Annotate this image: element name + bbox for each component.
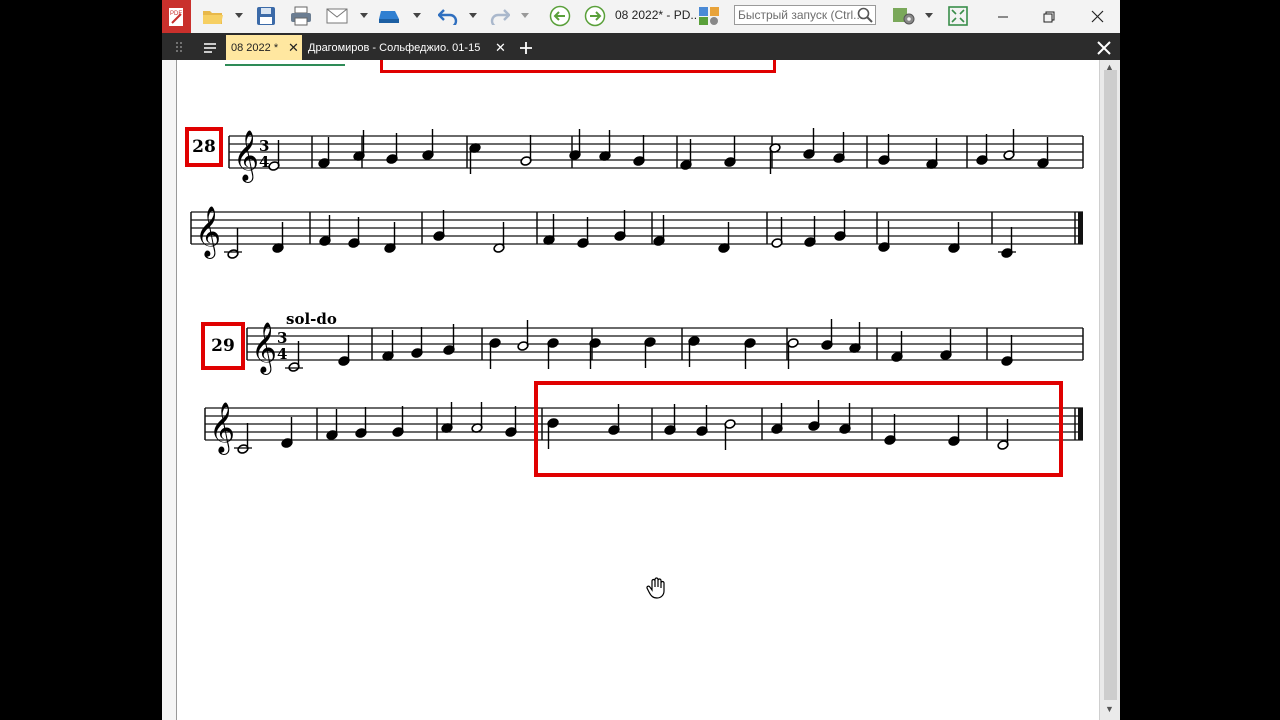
save-icon[interactable] — [254, 5, 278, 27]
tab-label: Драгомиров - Сольфеджио. 01-15 — [308, 41, 481, 54]
hand-cursor-icon — [646, 577, 666, 604]
window-title: 08 2022* - PD.. — [615, 8, 698, 22]
new-tab-button[interactable] — [514, 35, 538, 60]
title-toolbar: PDF 08 2022* - PD.. Быстрый запуск (Ctrl… — [162, 0, 1120, 34]
fullscreen-icon[interactable] — [946, 5, 970, 27]
pdf-editor-window: PDF 08 2022* - PD.. Быстрый запуск (Ctrl… — [162, 0, 1120, 720]
time-signature-denominator: 4 — [277, 345, 287, 363]
app-logo-icon[interactable]: PDF — [162, 0, 191, 33]
redo-icon[interactable] — [488, 5, 512, 27]
treble-clef-icon: 𝄞 — [209, 402, 235, 455]
tab-close-icon[interactable]: ✕ — [288, 35, 299, 60]
tab-label: 08 2022 * — [231, 41, 279, 54]
final-barline-thick — [1078, 212, 1083, 244]
scrollbar-thumb[interactable] — [1104, 70, 1117, 700]
document-viewer[interactable]: 𝄞 3 4 𝄞 𝄞 3 4 𝄞 28 29 sol-do ▲ ▼ — [162, 60, 1120, 720]
exercise-number-29: 29 — [201, 322, 245, 370]
minimize-button[interactable] — [980, 0, 1026, 33]
solfege-label: sol-do — [286, 310, 337, 328]
tab-08-2022[interactable]: 08 2022 * ✕ — [226, 35, 302, 60]
document-properties-icon[interactable] — [697, 5, 721, 27]
scan-icon[interactable] — [376, 5, 402, 27]
open-dropdown-arrow-icon[interactable] — [234, 5, 244, 27]
quick-launch-search-input[interactable]: Быстрый запуск (Ctrl... — [734, 5, 876, 25]
email-icon[interactable] — [324, 5, 350, 27]
settings-gear-icon[interactable] — [890, 5, 918, 27]
back-icon[interactable] — [548, 5, 572, 27]
treble-clef-icon: 𝄞 — [233, 130, 259, 183]
vertical-scrollbar[interactable]: ▲ ▼ — [1099, 60, 1120, 720]
undo-dropdown-arrow-icon[interactable] — [468, 5, 478, 27]
document-tab-bar: 08 2022 * ✕ Драгомиров - Сольфеджио. 01-… — [162, 33, 1120, 60]
tab-dragomirov-solfeggio[interactable]: Драгомиров - Сольфеджио. 01-15 ✕ — [304, 35, 512, 60]
final-barline-thick — [1078, 408, 1083, 440]
print-icon[interactable] — [288, 5, 314, 27]
open-folder-icon[interactable] — [200, 5, 226, 27]
tab-close-icon[interactable]: ✕ — [495, 35, 506, 60]
scroll-down-icon[interactable]: ▼ — [1105, 704, 1114, 714]
close-all-tabs-icon[interactable] — [1092, 35, 1116, 60]
tab-grip-icon[interactable] — [168, 35, 190, 60]
exercise-number-28: 28 — [185, 127, 223, 167]
treble-clef-icon: 𝄞 — [251, 322, 277, 375]
pdf-page[interactable]: 𝄞 3 4 𝄞 𝄞 3 4 𝄞 28 29 sol-do — [176, 60, 1099, 720]
quick-launch-placeholder: Быстрый запуск (Ctrl... — [738, 8, 864, 22]
time-signature-denominator: 4 — [259, 153, 269, 171]
undo-icon[interactable] — [436, 5, 460, 27]
red-highlight-box — [534, 381, 1063, 477]
email-dropdown-arrow-icon[interactable] — [359, 5, 369, 27]
close-window-button[interactable] — [1074, 0, 1120, 33]
scan-dropdown-arrow-icon[interactable] — [412, 5, 422, 27]
search-icon[interactable] — [857, 7, 873, 24]
forward-icon[interactable] — [583, 5, 607, 27]
tab-list-menu-icon[interactable] — [198, 35, 222, 60]
treble-clef-icon: 𝄞 — [195, 206, 221, 259]
settings-dropdown-arrow-icon[interactable] — [924, 5, 934, 27]
redo-dropdown-arrow-icon[interactable] — [520, 5, 530, 27]
restore-button[interactable] — [1026, 0, 1072, 33]
